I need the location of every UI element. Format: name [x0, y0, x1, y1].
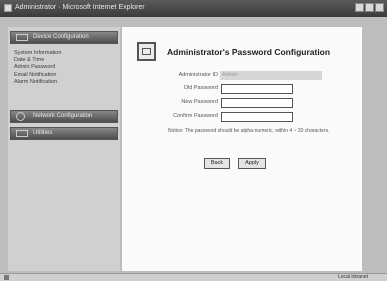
sidebar-item-email-notification[interactable]: Email Notification — [14, 72, 114, 79]
confirm-password-input[interactable] — [221, 112, 293, 122]
close-button[interactable] — [375, 3, 384, 12]
section-label: Utilities — [33, 130, 53, 136]
ie-icon — [4, 4, 12, 12]
device-config-submenu: System Information Date & Time Admin Pas… — [14, 50, 114, 86]
sidebar: Device Configuration System Information … — [8, 27, 120, 271]
sidebar-item-system-information[interactable]: System Information — [14, 50, 114, 57]
network-configuration-button[interactable]: Network Configuration — [10, 110, 118, 123]
utilities-button[interactable]: Utilities — [10, 127, 118, 140]
page-icon — [4, 275, 9, 280]
minimize-button[interactable] — [355, 3, 364, 12]
new-password-label: New Password — [181, 99, 218, 105]
window-title: Administrator · Microsoft Internet Explo… — [15, 4, 145, 11]
old-password-input[interactable] — [221, 84, 293, 94]
sidebar-item-alarm-notification[interactable]: Alarm Notification — [14, 79, 114, 86]
back-button[interactable]: Back — [204, 158, 230, 169]
title-bar: Administrator · Microsoft Internet Explo… — [0, 0, 387, 17]
new-password-input[interactable] — [221, 98, 293, 108]
utilities-icon — [16, 130, 28, 137]
maximize-button[interactable] — [365, 3, 374, 12]
apply-button[interactable]: Apply — [238, 158, 266, 169]
password-hint: Notice: The password should be alpha-num… — [168, 128, 330, 134]
page-title: Administrator's Password Configuration — [167, 47, 331, 57]
device-config-icon — [16, 34, 28, 41]
old-password-label: Old Password — [183, 85, 218, 91]
sidebar-item-date-time[interactable]: Date & Time — [14, 57, 114, 64]
main-panel: Administrator's Password Configuration A… — [122, 27, 362, 271]
confirm-password-label: Confirm Password — [173, 113, 218, 119]
security-zone: Local intranet — [338, 274, 369, 280]
section-label: Device Configuration — [33, 34, 89, 40]
administrator-id-label: Administrator ID — [178, 72, 218, 78]
password-config-icon — [137, 42, 156, 61]
administrator-id-value: Admin — [222, 72, 238, 78]
sidebar-item-admin-password[interactable]: Admin Password — [14, 64, 114, 71]
status-bar: Local intranet — [0, 273, 387, 281]
section-label: Network Configuration — [33, 113, 93, 119]
network-config-icon — [16, 112, 25, 121]
device-configuration-button[interactable]: Device Configuration — [10, 31, 118, 44]
